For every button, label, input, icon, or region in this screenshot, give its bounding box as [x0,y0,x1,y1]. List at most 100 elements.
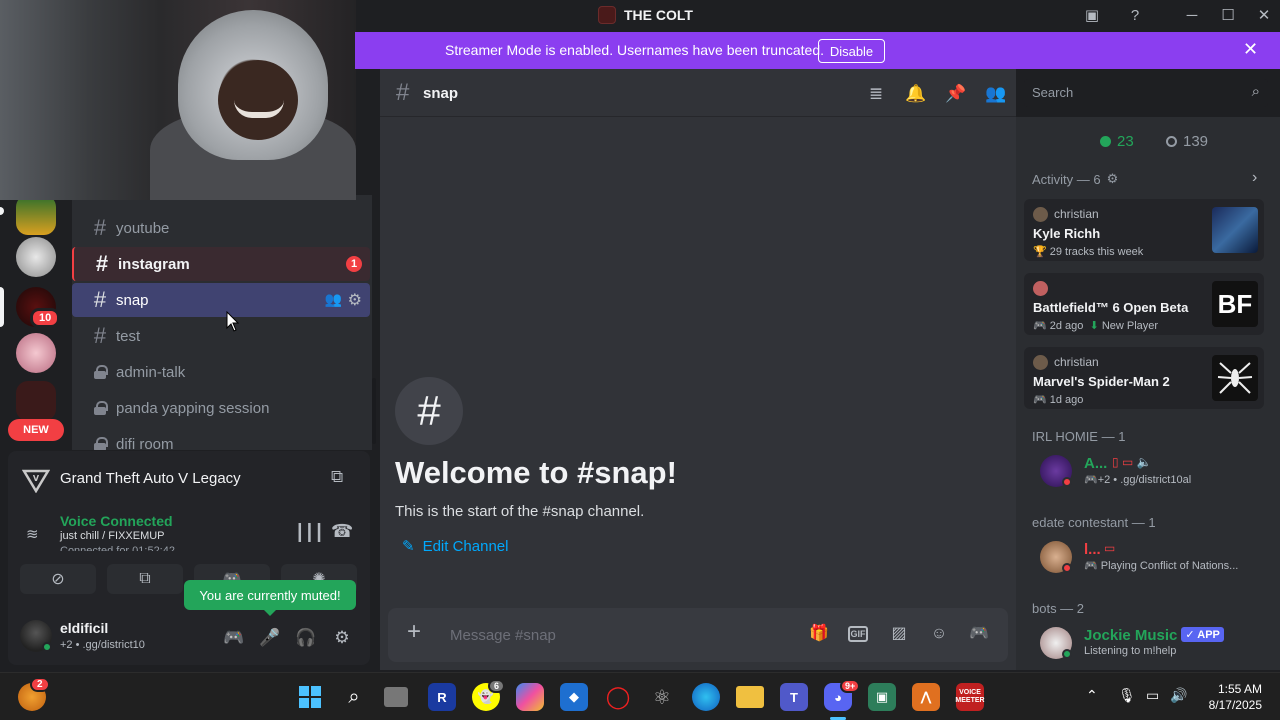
gif-button[interactable]: GIF [848,626,868,642]
channel-scrollbar[interactable] [372,378,376,444]
activity-sub: 🎮 2d ago ⬇ New Player [1033,320,1159,332]
teams-icon[interactable]: T [780,683,808,711]
search-icon[interactable]: ⌕ [340,683,368,711]
dropbox-icon[interactable]: ◆ [560,683,588,711]
pin-icon[interactable]: 📌 [944,82,968,106]
threads-icon[interactable]: ≣ [864,82,888,106]
notification-bell-icon[interactable]: 🔔 [904,82,928,106]
search-icon: ⌕ [1251,83,1260,100]
offline-dot-icon [1166,136,1177,147]
start-windows-icon[interactable] [296,683,324,711]
gear-icon[interactable]: ⚙ [1107,171,1119,187]
bot-name: Jockie Music ✓ APP [1084,627,1224,644]
channel-youtube[interactable]: # youtube [72,211,370,245]
activity-card[interactable]: Battlefield™ 6 Open Beta 🎮 2d ago ⬇ New … [1024,273,1264,335]
welcome-subtitle: This is the start of the #snap channel. [395,503,645,520]
close-window-button[interactable]: ✕ [1252,4,1276,28]
chevron-right-icon[interactable]: › [1252,169,1257,187]
headphones-deafened-icon[interactable]: 🎧 [294,626,318,650]
text-channel-icon: # [93,215,107,240]
message-composer[interactable]: + Message #snap 🎁 GIF ▨ ☺ 🎮 [388,608,1008,662]
streamer-mode-banner: Streamer Mode is enabled. Usernames have… [355,32,1280,69]
search-input[interactable]: Search ⌕ [1024,79,1268,107]
snapchat-badge: 6 [488,679,506,693]
game-controller-icon[interactable]: 🎮 [222,626,246,650]
edit-channel-link[interactable]: ✎ Edit Channel [402,537,508,556]
server-icon-2[interactable] [16,237,56,277]
activity-sub: 🏆 29 tracks this week [1033,246,1144,258]
invite-icon[interactable]: 👥 [325,291,342,308]
minimize-button[interactable]: ─ [1180,4,1204,28]
game-activity[interactable]: V Grand Theft Auto V Legacy ⧉ [8,451,370,507]
maximize-button[interactable]: ☐ [1216,4,1240,28]
gear-icon[interactable]: ⚙ [348,290,362,310]
text-channel-icon: # [93,323,107,348]
edge-icon[interactable] [692,683,720,711]
clock[interactable]: 1:55 AM 8/17/2025 [1200,681,1262,713]
task-view-icon[interactable] [384,687,408,707]
dnd-status-icon [1062,477,1072,487]
user-settings-gear-icon[interactable]: ⚙ [330,626,354,650]
text-channel-icon: # [396,79,410,106]
app-orange-icon[interactable]: ⋀ [912,683,940,711]
apps-icon[interactable]: 🎮 [968,623,990,645]
selected-pill [0,287,4,327]
channel-difi-room[interactable]: difi room [72,427,370,450]
channel-panda-yapping-session[interactable]: panda yapping session [72,391,370,425]
network-icon[interactable]: ▭ [1146,687,1159,704]
tray-chevron-up-icon[interactable]: ⌃ [1086,687,1098,704]
noise-suppression-icon[interactable]: ┃┃┃ [295,523,324,543]
text-channel-icon: # [93,287,107,312]
channel-test[interactable]: # test [72,319,370,353]
app-r-icon[interactable]: R [428,683,456,711]
chat-header: # snap ≣ 🔔 📌 👥 [380,69,1016,117]
gta-icon: V [22,469,50,493]
microphone-tray-icon[interactable]: 🎙 [1118,687,1136,704]
voicemeeter-icon[interactable]: VOICE MEETER [955,683,985,711]
volume-icon[interactable]: 🔊 [1170,687,1187,704]
screen-share-icon: ⧉ [139,570,151,587]
share-screen-button[interactable]: ⧉ [107,564,183,594]
role-header: bots — 2 [1032,601,1085,616]
channel-hash-icon: # [395,377,463,445]
file-explorer-icon[interactable] [736,686,764,708]
server-icon-5[interactable] [16,381,56,421]
server-icon-4[interactable] [16,333,56,373]
help-icon[interactable]: ? [1123,4,1147,28]
app-tag: ✓ APP [1181,627,1224,642]
add-attachment-icon[interactable]: + [402,620,426,644]
channel-instagram[interactable]: # instagram 1 [72,247,370,281]
member-list-icon[interactable]: 👥 [984,82,1008,106]
copilot-icon[interactable] [516,683,544,711]
disconnect-icon[interactable]: ☎ [331,521,353,542]
role-header: IRL HOMIE — 1 [1032,429,1126,444]
channel-snap[interactable]: # snap 👥 ⚙ [72,283,370,317]
gift-icon[interactable]: 🎁 [808,623,830,645]
disable-streamer-mode-button[interactable]: Disable [818,39,885,63]
mic-muted-icon[interactable]: 🎤 [258,626,282,650]
activity-card[interactable]: christian Marvel's Spider-Man 2 🎮 1d ago [1024,347,1264,409]
channel-admin-talk[interactable]: admin-talk [72,355,370,389]
online-count: 23 [1100,133,1134,150]
avatar [1033,355,1048,370]
signal-icon[interactable]: ≋ [26,525,39,543]
screen-share-icon[interactable]: ⧉ [331,467,343,487]
member-item[interactable]: Jockie Music ✓ APP Listening to m!help [1024,623,1264,667]
device-icon: ▭ [1104,541,1116,555]
inbox-icon[interactable]: ▣ [1080,4,1104,28]
activity-header[interactable]: Activity — 6 ⚙ [1032,171,1118,187]
sticker-icon[interactable]: ▨ [888,623,910,645]
atom-icon[interactable]: ⚛ [648,683,676,711]
emoji-icon[interactable]: ☺ [928,623,950,645]
app-green-icon[interactable]: ▣ [868,683,896,711]
server-icon-1[interactable] [16,195,56,235]
activity-card[interactable]: christian Kyle Richh 🏆 29 tracks this we… [1024,199,1264,261]
close-banner-icon[interactable]: ✕ [1243,39,1258,60]
member-item[interactable]: l... ▭ 🎮 Playing Conflict of Nations... [1024,537,1264,581]
member-sub: 🎮 Playing Conflict of Nations... [1084,560,1239,572]
member-item[interactable]: A... ▯ ▭ 🔈 🎮+2 • .gg/district10al [1024,451,1264,495]
opera-icon[interactable]: ◯ [604,683,632,711]
camera-off-button[interactable]: ⊘ [20,564,96,594]
discord-badge: 9+ [840,679,861,693]
unread-badge: 1 [346,256,362,272]
